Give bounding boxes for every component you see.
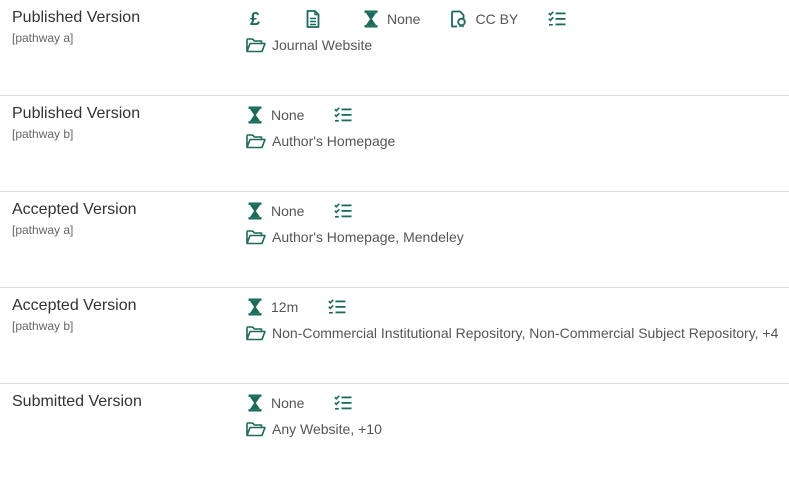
checklist-icon[interactable] <box>334 105 352 125</box>
embargo-value: None <box>271 107 305 123</box>
locations-text: Author's Homepage <box>272 133 396 149</box>
license-item[interactable]: CC BY <box>450 9 518 29</box>
embargo-item[interactable]: None <box>246 201 304 221</box>
version-title: Published Version <box>12 9 141 26</box>
embargo-value: None <box>271 395 305 411</box>
version-label: Published Version [pathway b] <box>12 104 140 142</box>
permission-icons: None <box>246 392 352 414</box>
checklist-icon[interactable] <box>334 201 352 221</box>
locations-line[interactable]: Author's Homepage, Mendeley <box>246 226 464 248</box>
hourglass-icon <box>246 297 264 317</box>
pathway-label: [pathway b] <box>12 127 74 141</box>
hourglass-icon <box>362 9 380 29</box>
hourglass-icon <box>246 201 264 221</box>
locations-line[interactable]: Journal Website <box>246 34 372 56</box>
folder-open-icon <box>246 227 266 247</box>
folder-open-icon <box>246 419 266 439</box>
checklist-icon[interactable] <box>548 9 566 29</box>
hourglass-icon <box>246 105 264 125</box>
policy-row-submitted: Submitted Version None Any Website, +10 <box>0 384 789 480</box>
locations-text: Author's Homepage, Mendeley <box>272 229 464 245</box>
embargo-value: None <box>387 11 421 27</box>
permission-icons: None <box>246 104 352 126</box>
permission-icons: 12m <box>246 296 346 318</box>
checklist-icon[interactable] <box>334 393 352 413</box>
version-label: Accepted Version [pathway b] <box>12 296 137 334</box>
folder-open-icon <box>246 131 266 151</box>
locations-text: Journal Website <box>272 37 373 53</box>
policy-row-published-a: Published Version [pathway a] £ None CC … <box>0 0 789 96</box>
embargo-value: 12m <box>271 299 299 315</box>
embargo-value: None <box>271 203 305 219</box>
permission-icons: £ None CC BY <box>246 8 566 30</box>
version-title: Published Version <box>12 105 141 122</box>
locations-line[interactable]: Non-Commercial Institutional Repository,… <box>246 322 778 344</box>
policy-row-published-b: Published Version [pathway b] None Autho… <box>0 96 789 192</box>
version-title: Accepted Version <box>12 297 137 314</box>
policy-row-accepted-a: Accepted Version [pathway a] None Author… <box>0 192 789 288</box>
hourglass-icon <box>246 393 264 413</box>
pathway-label: [pathway a] <box>12 31 74 45</box>
locations-text: Any Website, +10 <box>272 421 382 437</box>
embargo-item[interactable]: 12m <box>246 297 298 317</box>
policy-row-accepted-b: Accepted Version [pathway b] 12m Non-Com… <box>0 288 789 384</box>
pathway-label: [pathway a] <box>12 223 74 237</box>
version-title: Submitted Version <box>12 393 142 410</box>
license-value: CC BY <box>475 11 519 27</box>
locations-line[interactable]: Author's Homepage <box>246 130 395 152</box>
license-icon <box>450 9 468 29</box>
version-label: Accepted Version [pathway a] <box>12 200 137 238</box>
locations-text: Non-Commercial Institutional Repository,… <box>272 325 779 341</box>
permission-icons: None <box>246 200 352 222</box>
checklist-icon[interactable] <box>328 297 346 317</box>
version-label: Submitted Version <box>12 392 142 414</box>
locations-line[interactable]: Any Website, +10 <box>246 418 382 440</box>
embargo-item[interactable]: None <box>246 393 304 413</box>
document-icon[interactable] <box>304 9 322 29</box>
version-label: Published Version [pathway a] <box>12 8 140 46</box>
pound-icon[interactable]: £ <box>246 9 264 29</box>
policy-list: Published Version [pathway a] £ None CC … <box>0 0 789 456</box>
version-title: Accepted Version <box>12 201 137 218</box>
pathway-label: [pathway b] <box>12 319 74 333</box>
folder-open-icon <box>246 35 266 55</box>
embargo-item[interactable]: None <box>362 9 420 29</box>
folder-open-icon <box>246 323 266 343</box>
embargo-item[interactable]: None <box>246 105 304 125</box>
